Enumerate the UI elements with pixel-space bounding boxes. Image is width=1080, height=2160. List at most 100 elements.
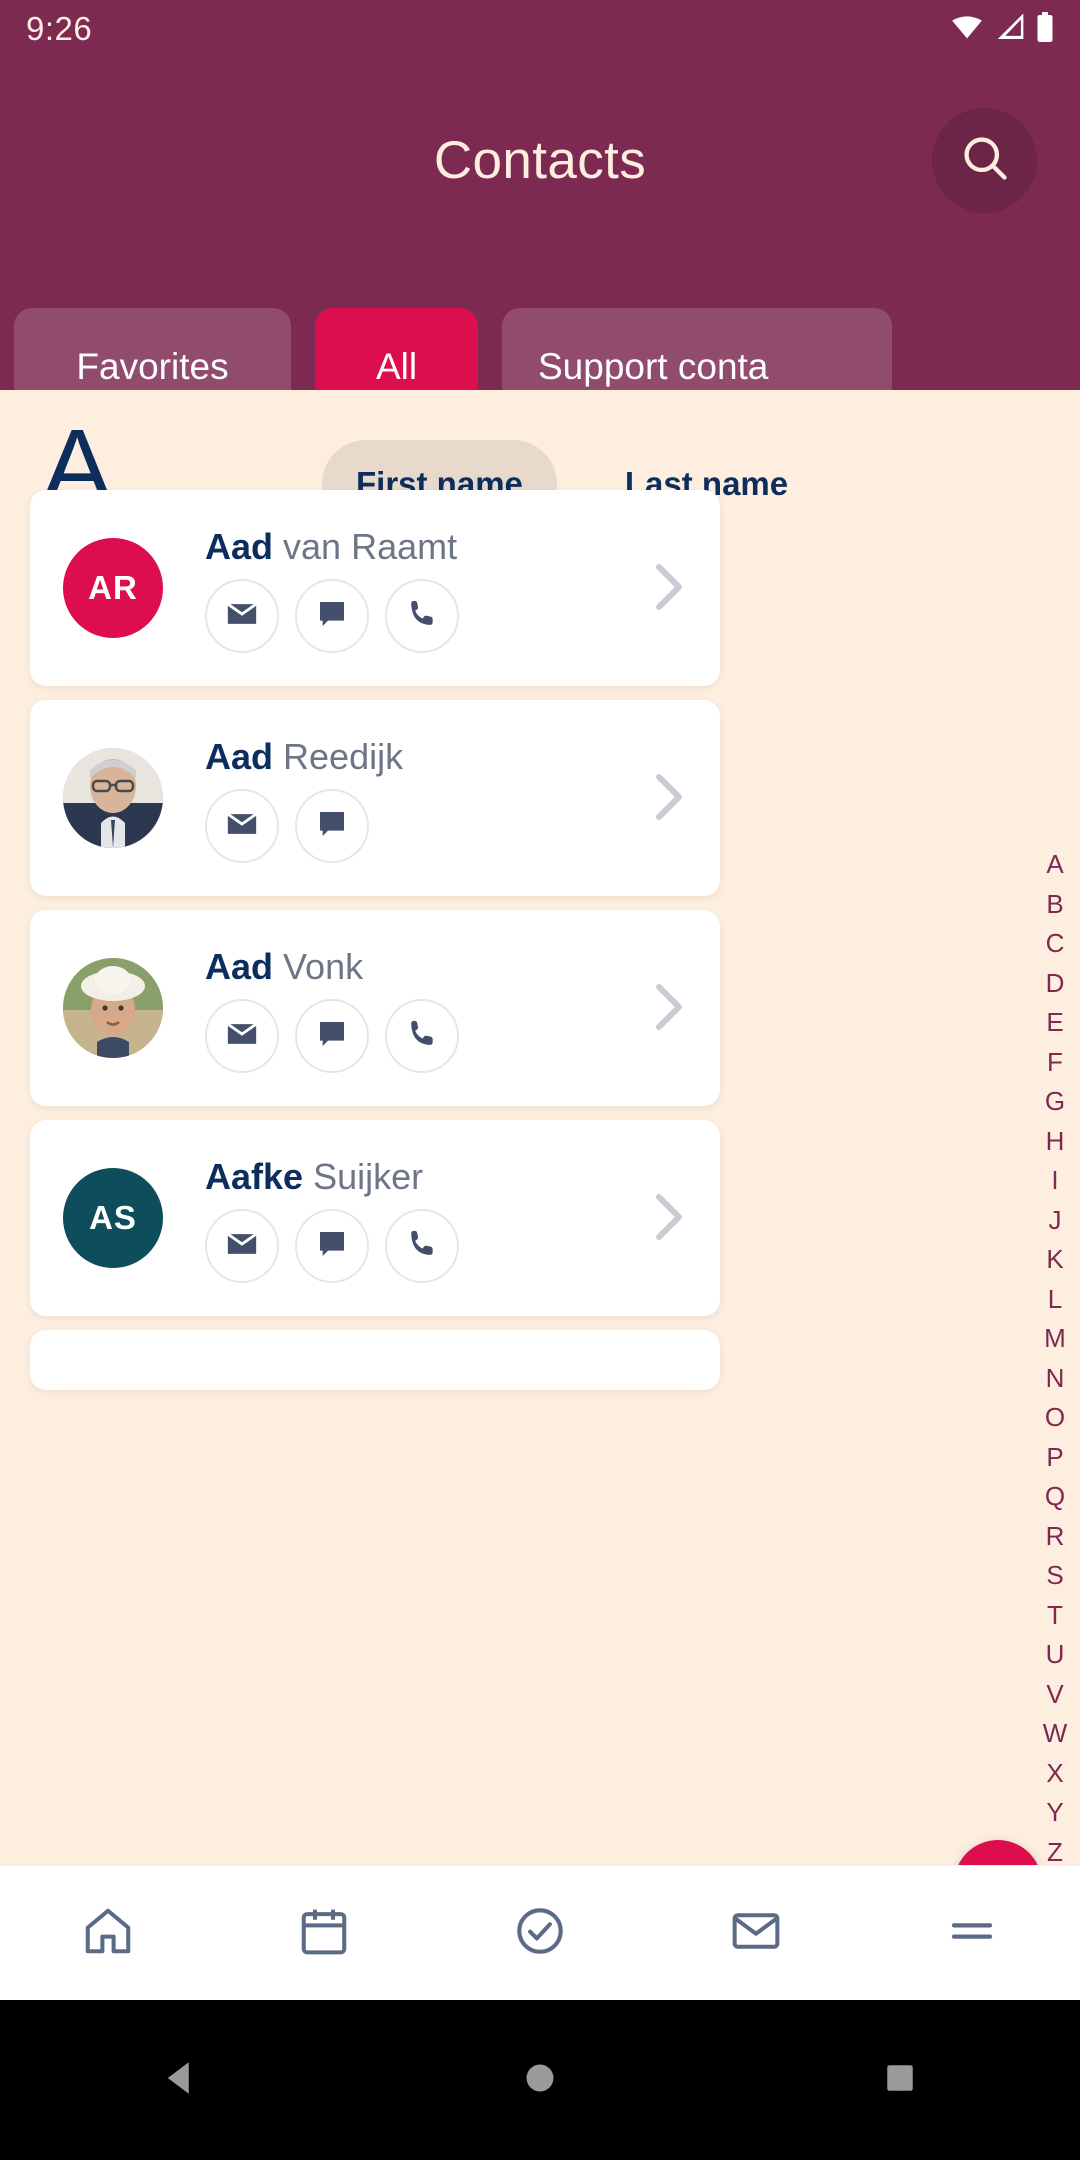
alphabet-index-letter[interactable]: Y: [1046, 1793, 1063, 1833]
system-recents-button[interactable]: [810, 2061, 990, 2100]
contact-actions: [205, 999, 459, 1073]
email-icon: [225, 1227, 259, 1266]
back-triangle-icon: [159, 2057, 201, 2104]
alphabet-index-letter[interactable]: O: [1045, 1398, 1065, 1438]
nav-calendar[interactable]: [259, 1878, 389, 1988]
nav-mail[interactable]: [691, 1878, 821, 1988]
alphabet-index[interactable]: A B C D E F G H I J K L M N O P Q R S T …: [1030, 845, 1080, 1872]
alphabet-index-letter[interactable]: E: [1046, 1003, 1063, 1043]
contact-name: Aad van Raamt: [205, 526, 457, 568]
nav-home[interactable]: [43, 1878, 173, 1988]
alphabet-index-letter[interactable]: A: [1046, 845, 1063, 885]
chevron-right-icon[interactable]: [654, 562, 684, 617]
phone-icon: [406, 1228, 438, 1265]
contact-card[interactable]: Aad Reedijk: [30, 700, 720, 896]
contact-actions: [205, 1209, 459, 1283]
cellular-signal-icon: [995, 12, 1025, 45]
contact-first-name: Aad: [205, 526, 274, 567]
avatar: AS: [63, 1168, 163, 1268]
nav-menu[interactable]: [907, 1878, 1037, 1988]
contact-card[interactable]: AR Aad van Raamt: [30, 490, 720, 686]
alphabet-index-letter[interactable]: G: [1045, 1082, 1065, 1122]
contact-last-name: Suijker: [313, 1156, 424, 1197]
chevron-right-icon[interactable]: [654, 982, 684, 1037]
calendar-icon: [297, 1904, 351, 1963]
alphabet-index-letter[interactable]: D: [1046, 964, 1065, 1004]
email-icon: [225, 597, 259, 636]
avatar-initials: AR: [88, 569, 138, 606]
contact-name: Aafke Suijker: [205, 1156, 423, 1198]
contact-card[interactable]: Aad Vonk: [30, 910, 720, 1106]
alphabet-index-letter[interactable]: P: [1046, 1438, 1063, 1478]
home-icon: [81, 1904, 135, 1963]
alphabet-index-letter[interactable]: L: [1048, 1280, 1062, 1320]
chevron-right-icon[interactable]: [654, 1192, 684, 1247]
home-circle-icon: [522, 2060, 558, 2101]
alphabet-index-letter[interactable]: N: [1046, 1359, 1065, 1399]
alphabet-index-letter[interactable]: H: [1046, 1122, 1065, 1162]
message-button[interactable]: [295, 1209, 369, 1283]
alphabet-index-letter[interactable]: T: [1047, 1596, 1063, 1636]
alphabet-index-letter[interactable]: C: [1046, 924, 1065, 964]
recents-square-icon: [883, 2061, 917, 2100]
bottom-navigation: [0, 1865, 1080, 2000]
email-button[interactable]: [205, 579, 279, 653]
alphabet-index-letter[interactable]: V: [1046, 1675, 1063, 1715]
alphabet-index-letter[interactable]: B: [1046, 885, 1063, 925]
contact-name: Aad Reedijk: [205, 736, 403, 778]
email-icon: [225, 807, 259, 846]
alphabet-index-letter[interactable]: K: [1046, 1240, 1063, 1280]
alphabet-index-letter[interactable]: R: [1046, 1517, 1065, 1557]
page-title: Contacts: [433, 131, 647, 190]
contact-name: Aad Vonk: [205, 946, 363, 988]
system-back-button[interactable]: [90, 2057, 270, 2104]
contact-list: AR Aad van Raamt Aad Reedijk Aad Vonk AS…: [30, 490, 720, 1404]
check-circle-icon: [513, 1904, 567, 1963]
chevron-right-icon[interactable]: [654, 772, 684, 827]
contact-first-name: Aad: [205, 946, 274, 987]
avatar: [63, 748, 163, 848]
email-button[interactable]: [205, 789, 279, 863]
phone-button[interactable]: [385, 999, 459, 1073]
phone-icon: [406, 1018, 438, 1055]
status-bar: 9:26: [0, 0, 1080, 58]
battery-icon: [1036, 11, 1054, 47]
email-button[interactable]: [205, 999, 279, 1073]
alphabet-index-letter[interactable]: F: [1047, 1043, 1063, 1083]
tab-label: All: [375, 346, 418, 387]
contact-card[interactable]: [30, 1330, 720, 1390]
contacts-content: A First name Last name AR Aad van Raamt: [0, 390, 1080, 1390]
search-button[interactable]: [932, 108, 1037, 213]
wifi-icon: [950, 14, 984, 45]
contact-last-name: Vonk: [283, 946, 364, 987]
menu-icon: [945, 1904, 999, 1963]
system-home-button[interactable]: [450, 2060, 630, 2101]
tab-label: Support conta: [538, 346, 769, 387]
message-button[interactable]: [295, 789, 369, 863]
message-button[interactable]: [295, 999, 369, 1073]
alphabet-index-letter[interactable]: J: [1049, 1201, 1062, 1241]
contact-card[interactable]: AS Aafke Suijker: [30, 1120, 720, 1316]
alphabet-index-letter[interactable]: W: [1043, 1714, 1068, 1754]
alphabet-index-letter[interactable]: S: [1046, 1556, 1063, 1596]
search-icon: [959, 132, 1011, 189]
alphabet-index-letter[interactable]: Q: [1045, 1477, 1065, 1517]
email-button[interactable]: [205, 1209, 279, 1283]
message-icon: [316, 598, 348, 635]
message-icon: [316, 1018, 348, 1055]
contact-actions: [205, 579, 459, 653]
alphabet-index-letter[interactable]: M: [1044, 1319, 1066, 1359]
contact-first-name: Aafke: [205, 1156, 304, 1197]
alphabet-index-letter[interactable]: U: [1046, 1635, 1065, 1675]
alphabet-index-letter[interactable]: I: [1051, 1161, 1058, 1201]
avatar: AR: [63, 538, 163, 638]
contact-last-name: van Raamt: [283, 526, 458, 567]
mail-icon: [729, 1904, 783, 1963]
status-time: 9:26: [26, 10, 93, 47]
message-button[interactable]: [295, 579, 369, 653]
email-icon: [225, 1017, 259, 1056]
alphabet-index-letter[interactable]: X: [1046, 1754, 1063, 1794]
phone-button[interactable]: [385, 1209, 459, 1283]
phone-button[interactable]: [385, 579, 459, 653]
nav-tasks[interactable]: [475, 1878, 605, 1988]
